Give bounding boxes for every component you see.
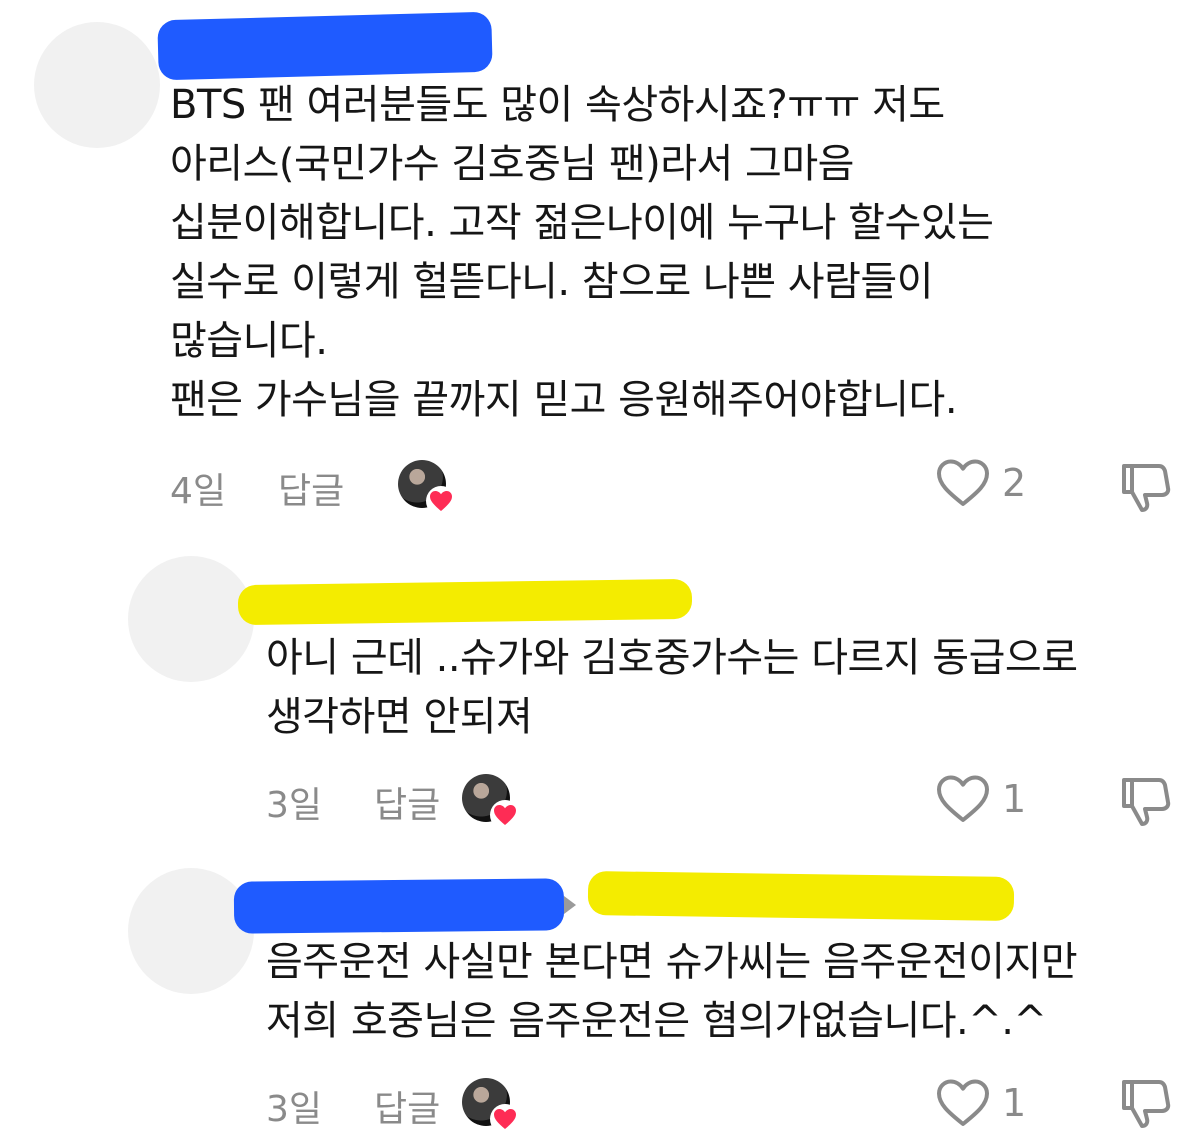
redacted-username bbox=[157, 11, 493, 81]
comment-line: 많습니다. bbox=[170, 318, 328, 364]
like-count: 1 bbox=[1002, 1081, 1027, 1125]
comment-line: 음주운전 사실만 본다면 슈가씨는 음주운전이지만 bbox=[266, 939, 1078, 985]
redacted-username bbox=[237, 578, 693, 626]
comment-timestamp: 4일 bbox=[170, 471, 227, 512]
heart-outline-icon bbox=[937, 775, 989, 822]
redacted-username bbox=[233, 878, 565, 934]
comment-text: 아니 근데 ..슈가와 김호중가수는 다르지 동급으로 생각하면 안되져 bbox=[266, 629, 1078, 747]
comment-line: 실수로 이렇게 헐뜯다니. 참으로 나쁜 사람들이 bbox=[170, 259, 934, 305]
heart-outline-icon bbox=[937, 459, 989, 506]
comment-timestamp: 3일 bbox=[266, 785, 323, 826]
commenter-avatar[interactable] bbox=[128, 868, 254, 994]
like-button[interactable]: 1 bbox=[936, 774, 1026, 824]
thumbs-down-icon bbox=[1122, 1080, 1171, 1128]
heart-outline-icon bbox=[937, 1079, 989, 1126]
dislike-button[interactable] bbox=[1118, 462, 1174, 518]
comment-line: 아리스(국민가수 김호중님 팬)라서 그마음 bbox=[170, 141, 854, 187]
like-button[interactable]: 2 bbox=[936, 458, 1026, 508]
like-button[interactable]: 1 bbox=[936, 1078, 1026, 1128]
comment-line: BTS 팬 여러분들도 많이 속상하시죠?ㅠㅠ 저도 bbox=[170, 82, 945, 128]
like-count: 1 bbox=[1002, 777, 1027, 821]
thumbs-down-icon bbox=[1122, 778, 1171, 826]
dislike-button[interactable] bbox=[1118, 776, 1174, 832]
comment-line: 아니 근데 ..슈가와 김호중가수는 다르지 동급으로 bbox=[266, 635, 1078, 681]
heart-badge-icon bbox=[490, 1104, 520, 1134]
heart-badge-icon bbox=[426, 486, 456, 516]
reply-button[interactable]: 답글 bbox=[374, 1080, 440, 1132]
commenter-avatar[interactable] bbox=[128, 556, 254, 682]
redacted-reply-target bbox=[587, 871, 1015, 921]
comment-line: 저희 호중님은 음주운전은 혐의가없습니다.^.^ bbox=[266, 998, 1047, 1044]
comment-line: 생각하면 안되져 bbox=[266, 694, 533, 740]
reply-button[interactable]: 답글 bbox=[374, 776, 440, 828]
comment-text: BTS 팬 여러분들도 많이 속상하시죠?ㅠㅠ 저도 아리스(국민가수 김호중님… bbox=[170, 76, 994, 430]
thumbs-down-icon bbox=[1122, 464, 1171, 512]
commenter-avatar[interactable] bbox=[34, 22, 160, 148]
reply-to-arrow-icon bbox=[564, 896, 576, 914]
heart-badge-icon bbox=[490, 800, 520, 830]
like-count: 2 bbox=[1002, 461, 1027, 505]
comment-text: 음주운전 사실만 본다면 슈가씨는 음주운전이지만 저희 호중님은 음주운전은 … bbox=[266, 933, 1078, 1051]
comment-timestamp: 3일 bbox=[266, 1089, 323, 1130]
creator-liked-badge bbox=[462, 1078, 520, 1134]
comment-line: 팬은 가수님을 끝까지 믿고 응원해주어야합니다. bbox=[170, 377, 958, 423]
reply-button[interactable]: 답글 bbox=[278, 462, 344, 514]
creator-liked-badge bbox=[398, 460, 456, 516]
creator-liked-badge bbox=[462, 774, 520, 830]
comment-line: 십분이해합니다. 고작 젊은나이에 누구나 할수있는 bbox=[170, 200, 994, 246]
dislike-button[interactable] bbox=[1118, 1078, 1174, 1134]
